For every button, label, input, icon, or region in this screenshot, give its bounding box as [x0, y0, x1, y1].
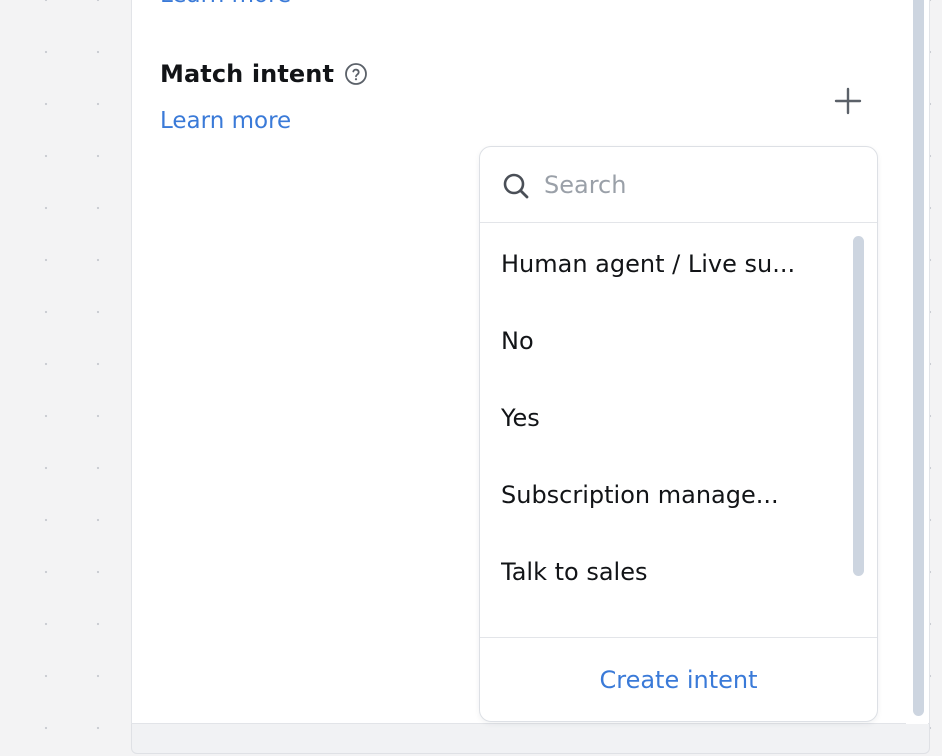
add-intent-button[interactable]	[830, 83, 866, 119]
list-item[interactable]: Subscription manage...	[501, 465, 841, 525]
list-item[interactable]: Yes	[501, 388, 841, 448]
panel-footer	[131, 724, 930, 754]
question-circle-icon[interactable]	[344, 62, 368, 86]
section-title: Match intent	[160, 60, 335, 88]
intent-dropdown: Human agent / Live su... No Yes Subscrip…	[479, 146, 878, 722]
intent-list: Human agent / Live su... No Yes Subscrip…	[480, 224, 877, 637]
learn-more-link[interactable]: Learn more	[160, 108, 291, 134]
create-intent-button[interactable]: Create intent	[599, 666, 757, 694]
search-input[interactable]	[544, 165, 854, 205]
canvas-background	[0, 0, 130, 756]
search-icon	[501, 171, 531, 201]
list-item[interactable]: No	[501, 311, 841, 371]
learn-more-link-previous[interactable]: Learn more	[160, 0, 291, 8]
dropdown-footer: Create intent	[480, 637, 877, 721]
list-scrollbar-thumb[interactable]	[853, 236, 864, 576]
match-intent-header: Match intent	[160, 60, 368, 88]
search-row	[480, 147, 877, 223]
list-item[interactable]: Talk to sales	[501, 542, 841, 602]
list-item[interactable]: Human agent / Live su...	[501, 234, 841, 294]
panel-scrollbar-thumb[interactable]	[913, 0, 924, 716]
plus-icon	[834, 87, 862, 115]
